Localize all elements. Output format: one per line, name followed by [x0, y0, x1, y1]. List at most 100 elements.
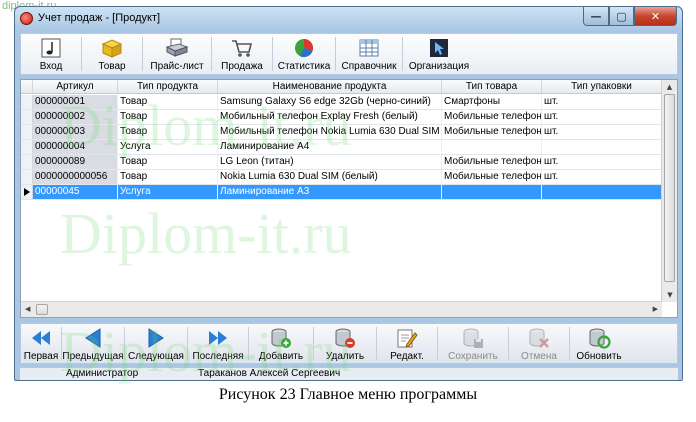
nav-next-button[interactable]: Следующая [125, 324, 187, 363]
row-header[interactable] [21, 140, 33, 154]
column-header-product-name[interactable]: Наименование продукта [218, 80, 442, 93]
cell-package-type[interactable]: шт. [542, 170, 662, 184]
figure-caption: Рисунок 23 Главное меню программы [218, 386, 478, 403]
cell-article[interactable]: 000000004 [33, 140, 118, 154]
cell-product-type[interactable]: Услуга [118, 140, 218, 154]
horizontal-scroll-thumb[interactable] [36, 304, 48, 315]
nav-label: Следующая [128, 351, 184, 362]
table-row[interactable]: 000000001 Товар Samsung Galaxy S6 edge 32G… [21, 95, 662, 110]
cell-product-type[interactable]: Товар [118, 125, 218, 139]
cell-product-name[interactable]: Ламинирование A3 [218, 185, 442, 199]
toolbar-pricelist-button[interactable]: Прайс-лист [143, 34, 211, 74]
db-add-icon [269, 326, 293, 349]
toolbar-reference-button[interactable]: Справочник [336, 34, 402, 74]
table-row[interactable]: 000000003 Товар Мобильный телефон Nokia Lu… [21, 125, 662, 140]
cell-package-type[interactable]: шт. [542, 125, 662, 139]
nav-last-button[interactable]: Последняя [188, 324, 248, 363]
cell-goods-type[interactable]: Мобильные телефоны [442, 110, 542, 124]
cell-product-name[interactable]: Мобильный телефон Nokia Lumia 630 Dual S… [218, 125, 442, 139]
vertical-scrollbar[interactable]: ▲ ▼ [661, 80, 677, 302]
nav-add-button[interactable]: Добавить [249, 324, 313, 363]
nav-save-button[interactable]: Сохранить [438, 324, 508, 363]
last-record-icon [206, 326, 230, 349]
maximize-button[interactable]: ▢ [609, 7, 634, 26]
vertical-scroll-thumb[interactable] [664, 94, 675, 282]
nav-label: Первая [23, 351, 59, 362]
cell-product-type[interactable]: Товар [118, 155, 218, 169]
row-header-corner [21, 80, 33, 93]
cell-article[interactable]: 000000089 [33, 155, 118, 169]
column-header-article[interactable]: Артикул [33, 80, 118, 93]
current-row-indicator-icon[interactable] [21, 185, 33, 199]
cell-product-type[interactable]: Товар [118, 95, 218, 109]
toolbar-organization-button[interactable]: Организация [403, 34, 475, 74]
cell-goods-type[interactable] [442, 185, 542, 199]
column-header-package-type[interactable]: Тип упаковки [542, 80, 662, 93]
row-header[interactable] [21, 125, 33, 139]
next-record-icon [144, 326, 168, 349]
nav-refresh-button[interactable]: Обновить [570, 324, 628, 363]
nav-delete-button[interactable]: Удалить [314, 324, 376, 363]
cell-article[interactable]: 000000001 [33, 95, 118, 109]
cell-goods-type[interactable]: Смартфоны [442, 95, 542, 109]
row-header[interactable] [21, 110, 33, 124]
nav-edit-button[interactable]: Редакт. [377, 324, 437, 363]
table-row[interactable]: 00000045 Услуга Ламинирование A3 [21, 185, 662, 200]
cell-product-name[interactable]: Мобильный телефон Explay Fresh (белый) [218, 110, 442, 124]
scroll-up-icon[interactable]: ▲ [662, 80, 677, 94]
column-header-product-type[interactable]: Тип продукта [118, 80, 218, 93]
status-bar: Администратор Тараканов Алексей Сергееви… [20, 367, 678, 380]
cell-product-name[interactable]: Ламинирование A4 [218, 140, 442, 154]
cell-package-type[interactable]: шт. [542, 110, 662, 124]
title-bar[interactable]: Учет продаж - [Продукт] — ▢ ✕ [15, 7, 682, 31]
cell-article[interactable]: 000000002 [33, 110, 118, 124]
cell-article[interactable]: 00000045 [33, 185, 118, 199]
table-row[interactable]: 000000004 Услуга Ламинирование A4 [21, 140, 662, 155]
table-row[interactable]: 000000089 Товар LG Leon (титан) Мобильные т… [21, 155, 662, 170]
cell-package-type[interactable]: шт. [542, 95, 662, 109]
nav-prev-button[interactable]: Предыдущая [62, 324, 124, 363]
scroll-down-icon[interactable]: ▼ [662, 288, 678, 302]
cell-goods-type[interactable]: Мобильные телефоны [442, 155, 542, 169]
cell-package-type[interactable] [542, 140, 662, 154]
cell-goods-type[interactable]: Мобильные телефоны [442, 125, 542, 139]
record-navigator: Первая Предыдущая Следующая Последняя До… [20, 323, 678, 364]
table-row[interactable]: 000000002 Товар Мобильный телефон Explay F… [21, 110, 662, 125]
cell-product-name[interactable]: LG Leon (титан) [218, 155, 442, 169]
toolbar-login-button[interactable]: Вход [21, 34, 81, 74]
cell-product-type[interactable]: Услуга [118, 185, 218, 199]
nav-label: Последняя [192, 351, 244, 362]
cell-article[interactable]: 0000000000056 [33, 170, 118, 184]
nav-first-button[interactable]: Первая [21, 324, 61, 363]
row-header[interactable] [21, 170, 33, 184]
grid-header: Артикул Тип продукта Наименование продук… [21, 80, 662, 94]
cell-product-name[interactable]: Nokia Lumia 630 Dual SIM (белый) [218, 170, 442, 184]
table-row[interactable]: 0000000000056 Товар Nokia Lumia 630 Dual S… [21, 170, 662, 185]
toolbar-statistics-button[interactable]: Статистика [273, 34, 335, 74]
cell-product-type[interactable]: Товар [118, 170, 218, 184]
row-header[interactable] [21, 95, 33, 109]
cell-goods-type[interactable]: Мобильные телефоны [442, 170, 542, 184]
toolbar-label: Продажа [221, 61, 263, 72]
horizontal-scrollbar[interactable]: ◀ ▶ [21, 301, 662, 317]
cell-product-type[interactable]: Товар [118, 110, 218, 124]
cell-product-name[interactable]: Samsung Galaxy S6 edge 32Gb (черно-синий… [218, 95, 442, 109]
close-button[interactable]: ✕ [634, 7, 677, 26]
toolbar-product-button[interactable]: Товар [82, 34, 142, 74]
edit-icon [395, 326, 419, 349]
pie-chart-icon [291, 36, 317, 60]
grid-rows: 000000001 Товар Samsung Galaxy S6 edge 32G… [21, 95, 662, 200]
scroll-right-icon[interactable]: ▶ [653, 302, 658, 317]
cell-goods-type[interactable] [442, 140, 542, 154]
row-header[interactable] [21, 155, 33, 169]
prev-record-icon [81, 326, 105, 349]
nav-cancel-button[interactable]: Отмена [509, 324, 569, 363]
minimize-button[interactable]: — [583, 7, 609, 26]
column-header-goods-type[interactable]: Тип товара [442, 80, 542, 93]
scroll-left-icon[interactable]: ◀ [25, 302, 30, 317]
cell-article[interactable]: 000000003 [33, 125, 118, 139]
toolbar-sale-button[interactable]: Продажа [212, 34, 272, 74]
cell-package-type[interactable] [542, 185, 662, 199]
cell-package-type[interactable]: шт. [542, 155, 662, 169]
app-icon [20, 12, 33, 25]
